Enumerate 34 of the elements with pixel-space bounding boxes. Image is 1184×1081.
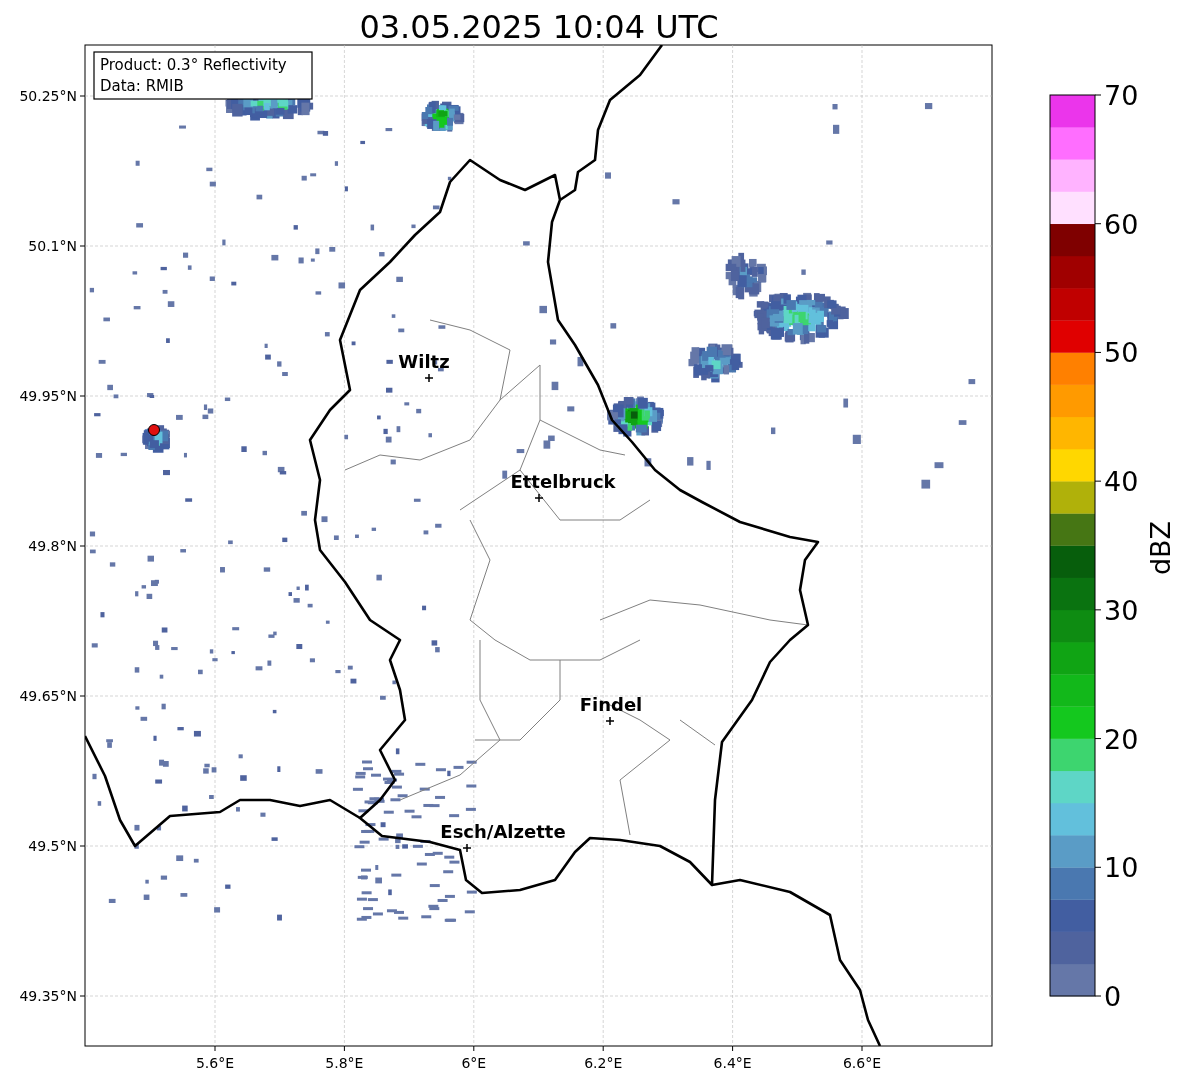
latitude-label: 49.35°N [19,988,77,1004]
longitude-label: 6.4°E [713,1055,752,1071]
latitude-label: 49.65°N [19,688,77,704]
colorbar-tick-label: 40 [1104,466,1139,498]
colorbar-tick-label: 50 [1104,337,1139,369]
longitude-label: 5.8°E [325,1055,364,1071]
longitude-label: 5.6°E [195,1055,235,1071]
latitude-label: 50.1°N [28,238,77,254]
colorbar-tick-label: 10 [1104,852,1139,884]
map-title: 03.05.2025 10:04 UTC [359,8,719,46]
info-text: Data: RMIB [100,77,184,95]
colorbar-tick-label: 60 [1104,208,1139,240]
city-label: Ettelbruck [510,471,616,492]
radar-site-icon [148,424,160,436]
longitude-label: 6.6°E [842,1055,882,1071]
colorbar-tick-label: 30 [1104,594,1139,626]
colorbar-tick-label: 0 [1104,981,1122,1012]
city-marker-icon [424,373,434,383]
info-text: Product: 0.3° Reflectivity [100,56,287,74]
city-label: Esch/Alzette [440,821,566,842]
longitude-label: 6°E [461,1055,487,1071]
latitude-label: 49.95°N [19,388,77,404]
colorbar-tick-label: 20 [1104,723,1139,755]
colorbar-tick-label: 70 [1104,80,1139,111]
city-marker-icon [462,843,472,853]
city-marker-icon [534,493,544,503]
city-label: Wiltz [398,351,450,372]
colorbar-unit-label: dBZ [1145,520,1176,576]
city-label: Findel [579,694,643,715]
latitude-label: 50.25°N [19,88,77,104]
latitude-label: 49.8°N [28,538,77,554]
latitude-label: 49.5°N [28,838,77,854]
longitude-label: 6.2°E [584,1055,623,1071]
city-marker-icon [605,716,615,726]
